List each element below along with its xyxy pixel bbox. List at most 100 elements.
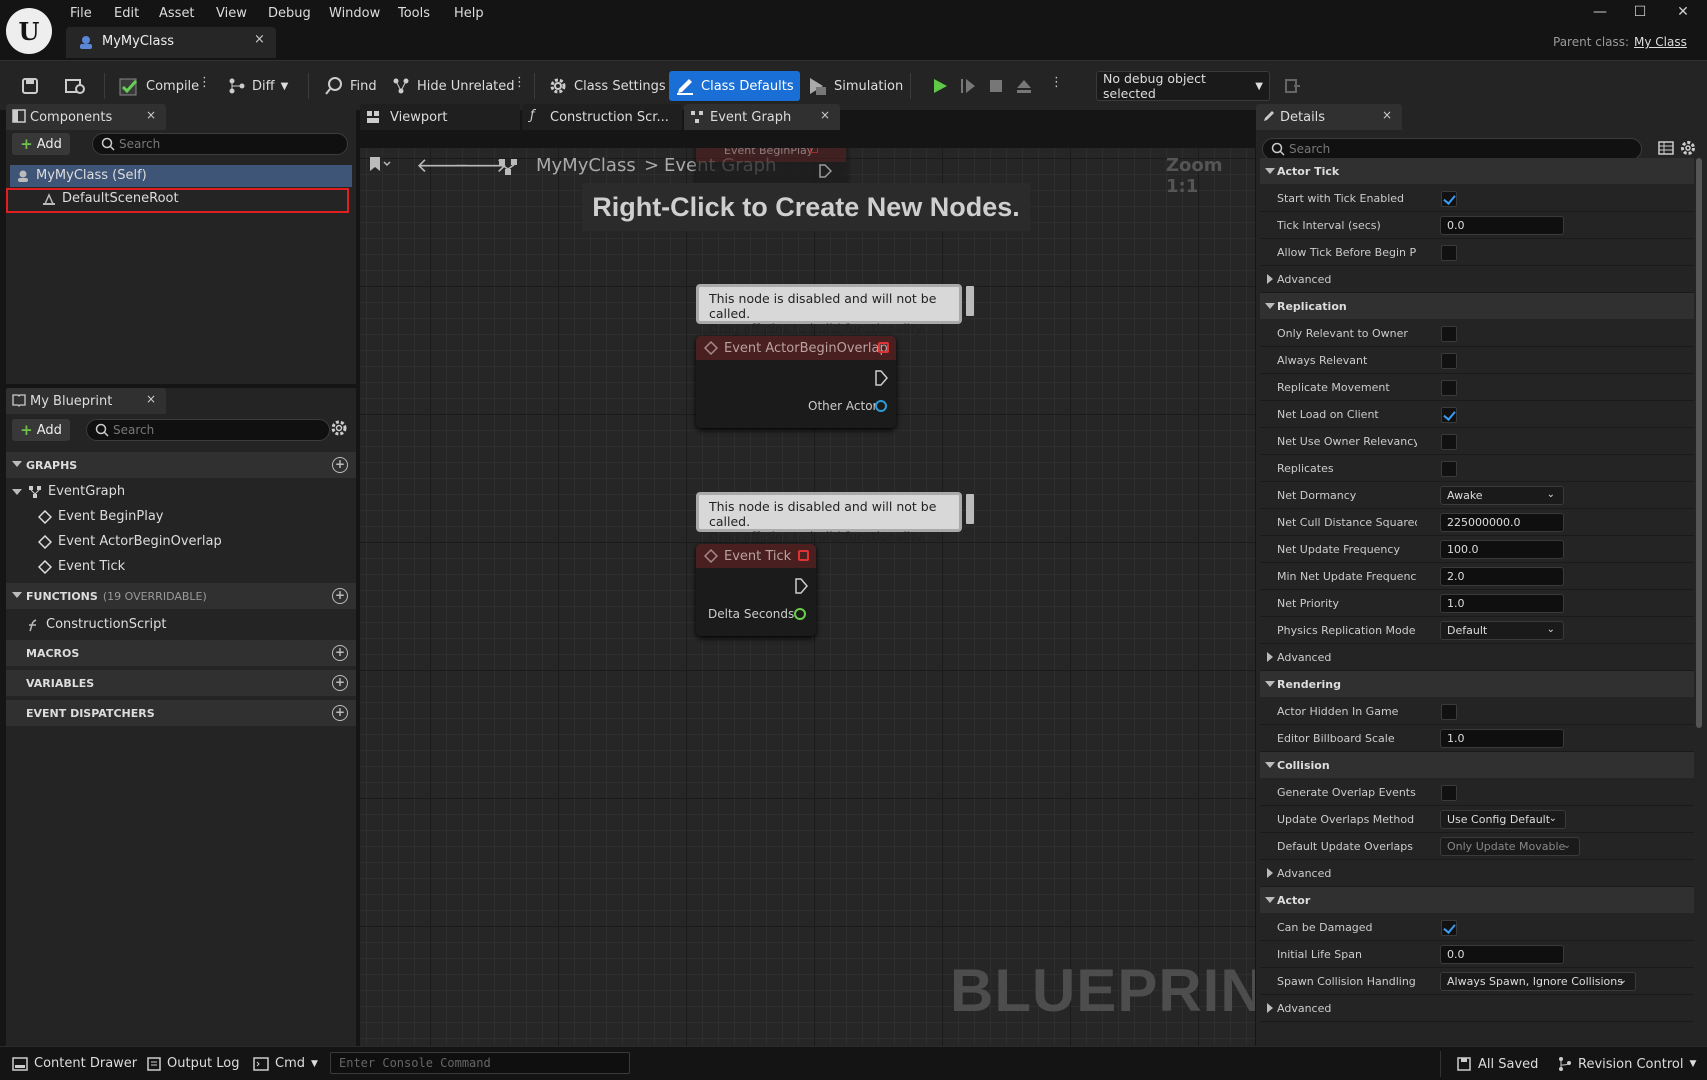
my-blueprint-close-icon[interactable]: ×: [146, 392, 156, 406]
exec-out-pin-icon[interactable]: [874, 370, 888, 386]
event-tick-item[interactable]: Event Tick: [38, 559, 125, 574]
event-actor-begin-overlap-node[interactable]: Event ActorBeginOverlap Other Actor: [696, 336, 896, 428]
min-net-update-input[interactable]: 2.0: [1440, 567, 1564, 586]
add-event-dispatcher-icon[interactable]: +: [332, 705, 348, 721]
all-saved-button[interactable]: All Saved: [1456, 1056, 1538, 1072]
debug-object-dropdown[interactable]: No debug object selected ▼: [1096, 71, 1270, 101]
menu-view[interactable]: View: [216, 6, 247, 21]
cmd-dropdown[interactable]: Cmd ▼: [253, 1056, 318, 1071]
compile-options-icon[interactable]: ⋮: [198, 75, 211, 90]
net-priority-input[interactable]: 1.0: [1440, 594, 1564, 613]
net-load-checkbox[interactable]: [1441, 407, 1457, 423]
advanced-expander[interactable]: Advanced: [1260, 644, 1694, 671]
add-variable-icon[interactable]: +: [332, 675, 348, 691]
class-settings-button[interactable]: Class Settings: [542, 71, 672, 101]
eject-button[interactable]: [1009, 71, 1039, 101]
variables-section-header[interactable]: VARIABLES +: [6, 670, 356, 696]
menu-file[interactable]: File: [70, 6, 92, 21]
net-dormancy-dropdown[interactable]: Awake ⌄: [1440, 486, 1564, 505]
default-update-dropdown[interactable]: Only Update Movable ⌄: [1440, 837, 1580, 856]
section-actor-tick[interactable]: Actor Tick: [1260, 158, 1694, 184]
delegate-pin-icon[interactable]: [878, 342, 889, 353]
menu-window[interactable]: Window: [329, 6, 380, 21]
hide-unrelated-options-icon[interactable]: ⋮: [513, 75, 526, 90]
exec-pin-icon[interactable]: [818, 164, 832, 178]
net-cull-input[interactable]: 225000000.0: [1440, 513, 1564, 532]
can-be-damaged-checkbox[interactable]: [1441, 920, 1457, 936]
tab-details[interactable]: Details ×: [1256, 104, 1402, 130]
revision-control-button[interactable]: Revision Control ▼: [1558, 1056, 1696, 1072]
exec-out-pin-icon[interactable]: [794, 578, 808, 594]
menu-asset[interactable]: Asset: [159, 6, 195, 21]
details-close-icon[interactable]: ×: [1382, 108, 1392, 122]
net-update-input[interactable]: 100.0: [1440, 540, 1564, 559]
replicate-movement-checkbox[interactable]: [1441, 380, 1457, 396]
save-button[interactable]: [14, 71, 46, 101]
comment-1-pin-icon[interactable]: [966, 286, 974, 316]
details-settings-gear-icon[interactable]: [1680, 140, 1696, 156]
comment-2-pin-icon[interactable]: [966, 494, 974, 524]
menu-edit[interactable]: Edit: [114, 6, 139, 21]
physics-rep-dropdown[interactable]: Default ⌄: [1440, 621, 1564, 640]
document-tab-close-icon[interactable]: ×: [254, 32, 265, 47]
property-matrix-icon[interactable]: [1658, 140, 1674, 156]
allow-tick-checkbox[interactable]: [1441, 245, 1457, 261]
browse-button[interactable]: [58, 71, 92, 101]
advanced-expander[interactable]: Advanced: [1260, 266, 1694, 293]
play-options-icon[interactable]: ⋮: [1050, 75, 1063, 90]
components-close-icon[interactable]: ×: [146, 108, 156, 122]
replicates-checkbox[interactable]: [1441, 461, 1457, 477]
compile-button[interactable]: Compile: [112, 71, 205, 101]
event-begin-play-item[interactable]: Event BeginPlay: [38, 509, 164, 524]
event-dispatchers-section-header[interactable]: EVENT DISPATCHERS +: [6, 700, 356, 726]
class-defaults-button[interactable]: Class Defaults: [669, 71, 800, 101]
section-collision[interactable]: Collision: [1260, 752, 1694, 778]
play-button[interactable]: [925, 71, 955, 101]
tab-my-blueprint[interactable]: My Blueprint ×: [6, 388, 166, 414]
delegate-pin-icon[interactable]: [798, 550, 809, 561]
maximize-button[interactable]: ☐: [1625, 4, 1655, 20]
macros-section-header[interactable]: MACROS +: [6, 640, 356, 666]
component-default-scene-root[interactable]: DefaultSceneRoot: [42, 191, 179, 206]
components-search-input[interactable]: Search: [92, 133, 348, 155]
find-button[interactable]: Find: [318, 71, 383, 101]
advanced-expander[interactable]: Advanced: [1260, 995, 1694, 1022]
console-command-input[interactable]: Enter Console Command: [330, 1052, 630, 1074]
minimize-button[interactable]: —: [1585, 4, 1615, 20]
my-blueprint-settings-gear-icon[interactable]: [330, 419, 348, 437]
other-actor-pin-icon[interactable]: [875, 400, 887, 412]
add-graph-icon[interactable]: +: [332, 457, 348, 473]
component-self-item[interactable]: MyMyClass (Self): [16, 168, 147, 183]
tick-interval-input[interactable]: 0.0: [1440, 216, 1564, 235]
spawn-collision-dropdown[interactable]: Always Spawn, Ignore Collisions ⌄: [1440, 972, 1636, 991]
event-actor-begin-overlap-item[interactable]: Event ActorBeginOverlap: [38, 534, 222, 549]
add-macro-icon[interactable]: +: [332, 645, 348, 661]
graphs-section-header[interactable]: GRAPHS +: [6, 452, 356, 478]
tab-viewport[interactable]: Viewport: [360, 104, 520, 130]
hide-unrelated-button[interactable]: Hide Unrelated: [385, 71, 521, 101]
functions-section-header[interactable]: FUNCTIONS (19 OVERRIDABLE) +: [6, 583, 356, 609]
disabled-comment-2[interactable]: This node is disabled and will not be ca…: [696, 492, 962, 544]
menu-debug[interactable]: Debug: [268, 6, 311, 21]
section-replication[interactable]: Replication: [1260, 293, 1694, 319]
net-use-owner-checkbox[interactable]: [1441, 434, 1457, 450]
document-tab[interactable]: MyMyClass ×: [66, 27, 276, 58]
event-tick-node[interactable]: Event Tick Delta Seconds: [696, 544, 816, 636]
menu-help[interactable]: Help: [454, 6, 484, 21]
billboard-input[interactable]: 1.0: [1440, 729, 1564, 748]
breadcrumb-class[interactable]: MyMyClass: [536, 155, 636, 176]
gen-overlap-checkbox[interactable]: [1441, 785, 1457, 801]
life-span-input[interactable]: 0.0: [1440, 945, 1564, 964]
delta-seconds-pin-icon[interactable]: [794, 608, 806, 620]
only-relevant-checkbox[interactable]: [1441, 326, 1457, 342]
menu-tools[interactable]: Tools: [398, 6, 430, 21]
construction-script-item[interactable]: ConstructionScript: [26, 617, 166, 632]
disabled-comment-1[interactable]: This node is disabled and will not be ca…: [696, 284, 962, 336]
frame-advance-button[interactable]: [953, 71, 983, 101]
section-actor[interactable]: Actor: [1260, 887, 1694, 913]
stop-button[interactable]: [981, 71, 1011, 101]
event-graph-tab-close-icon[interactable]: ×: [820, 108, 830, 122]
add-function-icon[interactable]: +: [332, 588, 348, 604]
parent-class-link[interactable]: My Class: [1634, 35, 1687, 49]
add-blueprint-item-button[interactable]: + Add: [12, 419, 70, 441]
